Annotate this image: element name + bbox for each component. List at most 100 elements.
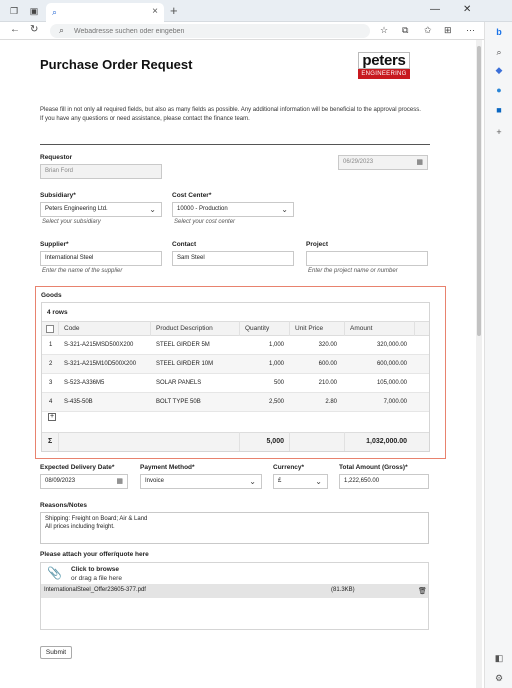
attached-file[interactable]: InternationalSteel_Offer23605-377.pdf (8… [41, 584, 428, 598]
scrollbar-thumb[interactable] [477, 46, 481, 336]
subsidiary-select[interactable]: Peters Engineering Ltd. ⌄ [40, 202, 162, 217]
total-quantity: 5,000 [266, 438, 284, 445]
tab-close-icon[interactable]: × [152, 6, 158, 17]
divider [58, 432, 59, 451]
address-bar[interactable]: ⌕ [50, 24, 370, 38]
supplier-field[interactable]: International Steel [40, 251, 162, 266]
games-icon[interactable]: ● [493, 84, 505, 96]
row-number: 3 [49, 380, 53, 386]
divider [58, 321, 59, 336]
select-all-checkbox[interactable] [46, 325, 54, 333]
row-number: 4 [49, 399, 53, 405]
cell-amount: 320,000.00 [376, 342, 407, 348]
currency-select[interactable]: £ ⌄ [273, 474, 328, 489]
divider [344, 321, 345, 336]
submit-button[interactable]: Submit [40, 646, 72, 659]
cell-quantity: 1,000 [268, 361, 284, 367]
cell-amount: 600,000.00 [376, 361, 407, 367]
request-date-value: 06/29/2023 [343, 159, 374, 165]
table-row[interactable]: 3 S-523-A336M5 SOLAR PANELS 500 210.00 1… [42, 374, 429, 393]
table-row[interactable]: 1 S-321-A215MSD500X200 STEEL GIRDER 5M 1… [42, 336, 429, 355]
table-row[interactable]: 2 S-321-A215M10D500X200 STEEL GIRDER 10M… [42, 355, 429, 374]
contact-field[interactable]: Sam Steel [172, 251, 294, 266]
cell-code: S-523-A336M5 [64, 380, 105, 386]
new-tab-icon[interactable]: + [170, 3, 178, 18]
drag-hint: or drag a file here [71, 575, 122, 582]
file-name: InternationalSteel_Offer23605-377.pdf [44, 587, 146, 593]
total-amount-label: Total Amount (Gross)* [339, 464, 408, 471]
column-header-amount[interactable]: Amount [350, 325, 372, 332]
cell-amount: 7,000.00 [383, 399, 407, 405]
column-header-code[interactable]: Code [64, 325, 80, 332]
cost-center-label: Cost Center* [172, 192, 212, 199]
divider [40, 144, 430, 145]
cell-description: BOLT TYPE 50B [156, 399, 201, 405]
add-row-icon[interactable]: + [48, 413, 56, 421]
copilot-icon[interactable]: b [493, 26, 505, 38]
more-options-icon[interactable]: ⋯ [466, 25, 475, 36]
purchase-order-form: Purchase Order Request peters ENGINEERIN… [30, 40, 470, 688]
delivery-date-value: 08/09/2023 [45, 478, 76, 484]
logo-wordmark: peters [358, 52, 410, 69]
request-date-field: 06/29/2023 ▦ [338, 155, 428, 170]
add-sidebar-app-icon[interactable]: + [493, 126, 505, 138]
subsidiary-hint: Select your subsidiary [42, 219, 101, 225]
close-window-icon[interactable]: ✕ [463, 4, 471, 15]
contact-label: Contact [172, 241, 197, 248]
search-tab-icon: ⌕ [52, 7, 58, 17]
browser-tab-bar: ❐ ▣ ⌕ × + — ✕ [0, 0, 512, 22]
chevron-down-icon: ⌄ [249, 477, 256, 486]
row-count: 4 rows [47, 309, 68, 316]
browse-link[interactable]: Click to browse [71, 566, 119, 573]
split-screen-icon[interactable]: ⧉ [402, 25, 408, 36]
total-amount-field[interactable]: 1,222,650.00 [339, 474, 429, 489]
back-icon[interactable]: ← [10, 24, 20, 35]
row-number: 1 [49, 342, 53, 348]
workspaces-icon[interactable]: ❐ [8, 5, 20, 17]
sidebar-search-icon[interactable]: ⌕ [493, 46, 505, 58]
payment-method-select[interactable]: Invoice ⌄ [140, 474, 262, 489]
chevron-down-icon: ⌄ [315, 477, 322, 486]
search-icon: ⌕ [59, 25, 65, 35]
divider [289, 432, 290, 451]
currency-value: £ [278, 478, 282, 484]
outlook-icon[interactable]: ■ [493, 104, 505, 116]
browser-tab[interactable]: ⌕ × [46, 3, 164, 22]
cell-quantity: 2,500 [268, 399, 284, 405]
paperclip-icon: 📎 [47, 566, 62, 580]
column-header-description[interactable]: Product Description [156, 325, 213, 332]
attachment-label: Please attach your offer/quote here [40, 551, 149, 558]
supplier-label: Supplier* [40, 241, 69, 248]
table-row[interactable]: 4 S-435-50B BOLT TYPE 50B 2,500 2.80 7,0… [42, 393, 429, 412]
trash-icon[interactable]: 🗑 [418, 587, 427, 595]
project-field[interactable] [306, 251, 428, 266]
favorites-icon[interactable]: ✩ [424, 25, 432, 36]
cost-center-select[interactable]: 10000 - Production ⌄ [172, 202, 294, 217]
page-scrollbar[interactable] [476, 40, 482, 688]
file-size: (81.3KB) [331, 587, 355, 593]
reasons-textarea[interactable] [40, 512, 429, 544]
sigma-icon: Σ [48, 438, 53, 445]
project-label: Project [306, 241, 329, 248]
cost-center-hint: Select your cost center [174, 219, 236, 225]
column-header-quantity[interactable]: Quantity [245, 325, 269, 332]
cell-code: S-321-A215M10D500X200 [64, 361, 137, 367]
column-header-unit-price[interactable]: Unit Price [295, 325, 323, 332]
address-input[interactable] [74, 26, 354, 36]
tab-actions-icon[interactable]: ▣ [28, 5, 40, 17]
calendar-icon[interactable]: ▦ [116, 475, 123, 488]
file-drop-zone[interactable]: 📎 Click to browse or drag a file here In… [40, 562, 429, 630]
favorite-star-icon[interactable]: ☆ [380, 25, 388, 36]
cell-description: SOLAR PANELS [156, 380, 202, 386]
minimize-icon[interactable]: — [430, 4, 440, 15]
collections-icon[interactable]: ⊞ [444, 25, 452, 36]
chevron-down-icon: ⌄ [281, 205, 288, 214]
payment-method-label: Payment Method* [140, 464, 195, 471]
refresh-icon[interactable]: ↻ [30, 24, 38, 35]
delivery-date-field[interactable]: 08/09/2023 ▦ [40, 474, 128, 489]
shopping-tag-icon[interactable]: ◆ [493, 64, 505, 76]
sidebar-settings-icon[interactable]: ⚙ [493, 672, 505, 684]
intro-text: Please fill in not only all required fie… [40, 106, 430, 124]
hide-sidebar-icon[interactable]: ◧ [493, 652, 505, 664]
cell-description: STEEL GIRDER 5M [156, 342, 210, 348]
